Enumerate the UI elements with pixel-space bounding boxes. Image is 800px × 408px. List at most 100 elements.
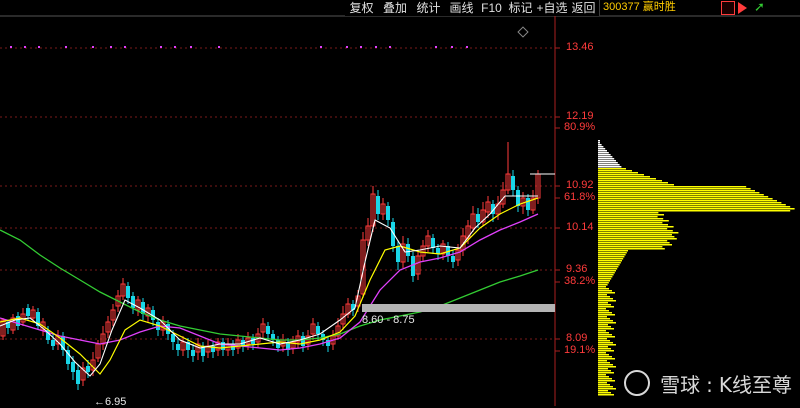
candle-body bbox=[126, 286, 130, 298]
volume-profile-bar bbox=[598, 254, 626, 256]
signal-dot bbox=[24, 46, 26, 48]
candle-body bbox=[26, 308, 30, 316]
signal-dot bbox=[346, 46, 348, 48]
volume-profile-bar bbox=[598, 384, 610, 386]
volume-profile-bar bbox=[598, 380, 615, 382]
volume-profile-bar bbox=[598, 160, 616, 162]
volume-profile-bar bbox=[598, 142, 600, 144]
volume-profile-bar bbox=[598, 346, 608, 348]
pin-icon[interactable] bbox=[721, 1, 735, 15]
volume-profile-bar bbox=[598, 274, 614, 276]
volume-profile-bar bbox=[598, 234, 672, 236]
volume-profile-bar bbox=[598, 320, 613, 322]
volume-profile-bar bbox=[598, 370, 611, 372]
volume-profile-bar bbox=[598, 316, 607, 318]
volume-profile-bar bbox=[598, 390, 608, 392]
volume-profile-bar bbox=[598, 388, 616, 390]
volume-profile bbox=[598, 140, 795, 396]
volume-profile-bar bbox=[598, 176, 650, 178]
candle-body bbox=[476, 214, 480, 222]
signal-dot bbox=[124, 46, 126, 48]
watermark: 雪球: K线至尊 bbox=[623, 369, 792, 398]
ma10-line bbox=[0, 197, 539, 375]
volume-profile-bar bbox=[598, 344, 616, 346]
volume-profile-bar bbox=[598, 356, 612, 358]
volume-profile-bar bbox=[598, 336, 615, 338]
volume-profile-bar bbox=[598, 260, 622, 262]
volume-profile-bar bbox=[598, 278, 612, 280]
candle-body bbox=[16, 316, 20, 326]
stock-header: 300377 赢时胜 bbox=[603, 0, 676, 16]
toolbar-button-6[interactable]: +自选 bbox=[536, 0, 569, 16]
volume-profile-bar bbox=[598, 368, 608, 370]
range-label: 8.60 - 8.75 bbox=[362, 314, 415, 326]
chart-overlay bbox=[362, 173, 555, 312]
volume-profile-bar bbox=[598, 196, 769, 198]
volume-profile-bar bbox=[598, 374, 606, 376]
volume-profile-bar bbox=[598, 180, 662, 182]
volume-profile-bar bbox=[598, 352, 606, 354]
candle-body bbox=[316, 326, 320, 334]
toolbar-button-3[interactable]: 画线 bbox=[445, 0, 479, 16]
volume-profile-bar bbox=[598, 146, 604, 148]
candle-body bbox=[516, 190, 520, 206]
volume-profile-bar bbox=[598, 198, 773, 200]
low-label: ←6.95 bbox=[94, 396, 127, 408]
signal-dot bbox=[320, 46, 322, 48]
volume-profile-bar bbox=[598, 286, 606, 288]
candle-body bbox=[301, 336, 305, 346]
snowball-icon bbox=[623, 370, 650, 396]
signal-dot bbox=[375, 46, 377, 48]
volume-profile-bar bbox=[598, 338, 607, 340]
volume-profile-bar bbox=[598, 166, 622, 168]
candle-body bbox=[266, 326, 270, 334]
signal-dot bbox=[435, 46, 437, 48]
volume-profile-bar bbox=[598, 366, 616, 368]
toolbar-button-2[interactable]: 统计 bbox=[412, 0, 446, 16]
volume-profile-bar bbox=[598, 258, 624, 260]
signal-dot bbox=[190, 46, 192, 48]
toolbar-button-7[interactable]: 返回 bbox=[568, 0, 600, 16]
ma60-line bbox=[0, 229, 539, 341]
candle-body bbox=[76, 370, 80, 384]
volume-profile-bar bbox=[598, 280, 610, 282]
toolbar-button-0[interactable]: 复权 bbox=[345, 0, 379, 16]
kline-screen: 复权 叠加 统计 画线 F10 标记 +自选 返回 300377 赢时胜 ➚ 13.46 12.… bbox=[0, 0, 800, 408]
volume-profile-bar bbox=[598, 276, 613, 278]
volume-profile-bar bbox=[598, 264, 620, 266]
volume-profile-bar bbox=[598, 208, 795, 210]
next-icon[interactable] bbox=[738, 2, 747, 14]
volume-profile-bar bbox=[598, 248, 665, 250]
volume-profile-bar bbox=[598, 310, 609, 312]
volume-profile-bar bbox=[598, 382, 607, 384]
toolbar-button-4[interactable]: F10 bbox=[478, 0, 506, 16]
volume-profile-bar bbox=[598, 242, 670, 244]
price-tick-label: 10.14 bbox=[566, 221, 594, 233]
volume-profile-bar bbox=[598, 212, 659, 214]
stock-name: 赢时胜 bbox=[642, 1, 676, 13]
volume-profile-bar bbox=[598, 232, 679, 234]
kline-chart[interactable] bbox=[0, 0, 800, 406]
toolbar-button-5[interactable]: 标记 bbox=[505, 0, 537, 16]
volume-profile-bar bbox=[598, 144, 602, 146]
volume-profile-bar bbox=[598, 148, 606, 150]
volume-profile-bar bbox=[598, 266, 619, 268]
volume-profile-bar bbox=[598, 372, 614, 374]
candle-body bbox=[86, 366, 90, 372]
candle-body bbox=[396, 246, 400, 262]
volume-profile-bar bbox=[598, 288, 609, 290]
toolbar-button-1[interactable]: 叠加 bbox=[378, 0, 413, 16]
volume-profile-bar bbox=[598, 262, 621, 264]
volume-profile-bar bbox=[598, 172, 638, 174]
volume-profile-bar bbox=[598, 226, 674, 228]
expand-icon[interactable]: ➚ bbox=[754, 0, 765, 14]
volume-profile-bar bbox=[598, 216, 658, 218]
candle-body bbox=[176, 344, 180, 350]
signal-dot bbox=[451, 46, 453, 48]
volume-profile-bar bbox=[598, 228, 668, 230]
price-tick-label: 9.36 bbox=[566, 263, 588, 275]
percent-tick-label: 38.2% bbox=[564, 275, 596, 287]
signal-dot bbox=[160, 46, 162, 48]
candle-body bbox=[511, 176, 515, 190]
volume-profile-bar bbox=[598, 300, 616, 302]
